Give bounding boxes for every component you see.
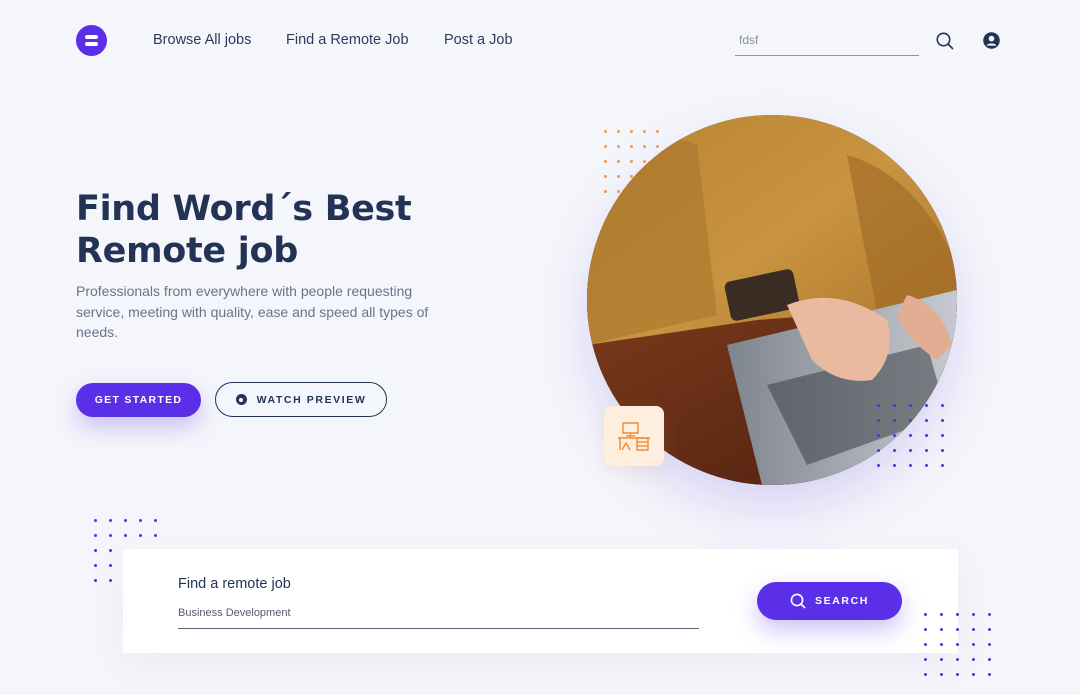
job-search-input[interactable]: [178, 604, 699, 629]
hero-title-line-2: Remote job: [76, 231, 298, 271]
hero-title-line-1: Find Word´s Best: [76, 189, 412, 229]
nav-post-a-job[interactable]: Post a Job: [444, 32, 513, 48]
search-button-label: SEARCH: [815, 595, 869, 607]
nav-browse-all-jobs[interactable]: Browse All jobs: [153, 32, 251, 48]
search-label: Find a remote job: [178, 576, 291, 592]
search-icon: [790, 593, 806, 609]
decorative-dots-purple-right: [877, 404, 944, 467]
desk-icon: [604, 406, 664, 466]
hero-title: Find Word´s Best Remote job: [76, 188, 412, 272]
search-button[interactable]: SEARCH: [757, 582, 902, 620]
user-circle-icon[interactable]: [982, 31, 1000, 49]
decorative-dots-purple-bottom: [924, 613, 991, 676]
search-icon[interactable]: [935, 31, 955, 51]
nav-search-input[interactable]: [735, 31, 919, 56]
watch-preview-button[interactable]: WATCH PREVIEW: [215, 382, 387, 417]
play-icon: [235, 394, 247, 405]
logo-icon[interactable]: [76, 25, 107, 56]
watch-preview-label: WATCH PREVIEW: [256, 393, 367, 406]
nav-find-remote-job[interactable]: Find a Remote Job: [286, 32, 409, 48]
get-started-button[interactable]: GET STARTED: [76, 383, 201, 417]
hero-description: Professionals from everywhere with peopl…: [76, 283, 429, 340]
